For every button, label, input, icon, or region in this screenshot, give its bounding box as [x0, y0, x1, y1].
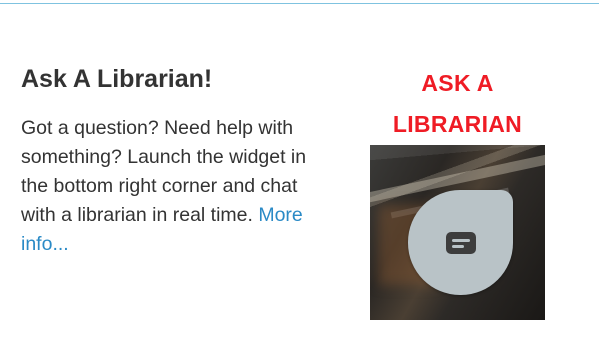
widget-heading: Ask A Librarian! — [21, 65, 213, 93]
ask-a-librarian-promo[interactable]: ASK A LIBRARIAN — [370, 64, 545, 324]
chat-launcher-bubble[interactable] — [408, 190, 513, 295]
top-divider — [0, 3, 599, 4]
ask-a-librarian-widget: Ask A Librarian! Got a question? Need he… — [21, 64, 581, 324]
promo-title-line-2: LIBRARIAN — [392, 111, 523, 137]
promo-photo[interactable] — [370, 145, 545, 320]
widget-description: Got a question? Need help with something… — [21, 114, 333, 259]
chat-message-icon — [446, 232, 476, 254]
promo-title-line-1: ASK A — [421, 70, 494, 96]
